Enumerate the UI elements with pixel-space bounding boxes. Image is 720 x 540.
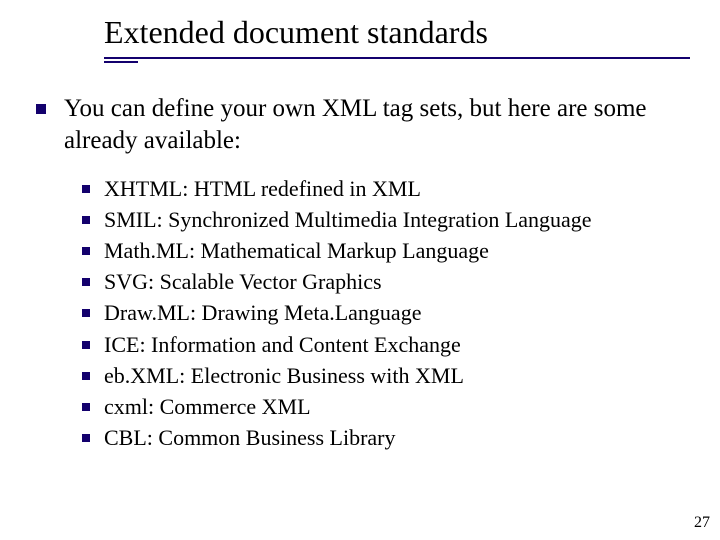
list-item: eb.XML: Electronic Business with XML [82, 362, 690, 390]
list-item: SMIL: Synchronized Multimedia Integratio… [82, 206, 690, 234]
title-underline [104, 57, 690, 59]
square-bullet-icon [82, 185, 90, 193]
slide-title: Extended document standards [104, 14, 690, 51]
intro-text: You can define your own XML tag sets, bu… [64, 93, 690, 157]
square-bullet-icon [82, 434, 90, 442]
list-item: SVG: Scalable Vector Graphics [82, 268, 690, 296]
list-item: CBL: Common Business Library [82, 424, 690, 452]
square-bullet-icon [82, 403, 90, 411]
list-item: cxml: Commerce XML [82, 393, 690, 421]
slide-body: You can define your own XML tag sets, bu… [30, 93, 690, 452]
page-number: 27 [694, 514, 710, 532]
list-item-text: CBL: Common Business Library [104, 424, 396, 452]
list-item-text: Math.ML: Mathematical Markup Language [104, 237, 489, 265]
list-item-text: cxml: Commerce XML [104, 393, 311, 421]
list-item: ICE: Information and Content Exchange [82, 331, 690, 359]
square-bullet-icon [82, 341, 90, 349]
list-item-text: eb.XML: Electronic Business with XML [104, 362, 464, 390]
title-block: Extended document standards [30, 14, 690, 63]
title-underline-tick [104, 61, 138, 63]
list-item-text: ICE: Information and Content Exchange [104, 331, 461, 359]
square-bullet-icon [36, 104, 46, 114]
square-bullet-icon [82, 216, 90, 224]
list-item-text: SVG: Scalable Vector Graphics [104, 268, 382, 296]
intro-item: You can define your own XML tag sets, bu… [36, 93, 690, 157]
list-item: XHTML: HTML redefined in XML [82, 175, 690, 203]
square-bullet-icon [82, 247, 90, 255]
square-bullet-icon [82, 309, 90, 317]
list-item: Draw.ML: Drawing Meta.Language [82, 299, 690, 327]
list-item-text: Draw.ML: Drawing Meta.Language [104, 299, 421, 327]
square-bullet-icon [82, 278, 90, 286]
list-item: Math.ML: Mathematical Markup Language [82, 237, 690, 265]
list-item-text: XHTML: HTML redefined in XML [104, 175, 421, 203]
list-item-text: SMIL: Synchronized Multimedia Integratio… [104, 206, 592, 234]
slide: Extended document standards You can defi… [0, 0, 720, 540]
sublist: XHTML: HTML redefined in XML SMIL: Synch… [36, 175, 690, 452]
square-bullet-icon [82, 372, 90, 380]
